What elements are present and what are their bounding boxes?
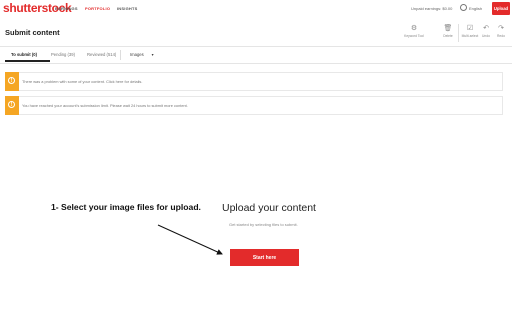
upload-title: Upload your content — [222, 202, 316, 214]
upload-subtitle: Get started by selecting files to submit… — [229, 222, 298, 227]
pointer-arrow-icon — [157, 224, 223, 255]
start-here-button[interactable]: Start here — [230, 249, 299, 266]
